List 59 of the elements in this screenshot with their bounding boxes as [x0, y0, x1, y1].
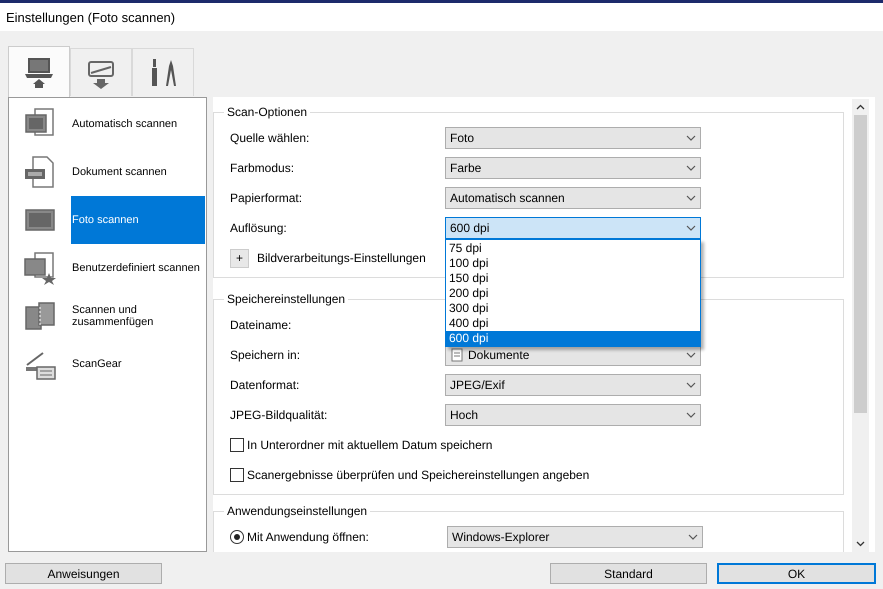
mode-item[interactable]: Foto scannen: [71, 196, 205, 244]
mode-item[interactable]: Dokument scannen: [71, 148, 205, 196]
scrollbar[interactable]: [852, 99, 869, 552]
field-label: Quelle wählen:: [230, 131, 310, 145]
dialog-button[interactable]: OK: [717, 563, 876, 584]
dialog-button[interactable]: Anweisungen: [5, 563, 162, 584]
field-label: Datenformat:: [230, 378, 300, 392]
chevron-down-icon: [686, 412, 696, 418]
dropdown[interactable]: Windows-Explorer: [447, 526, 703, 548]
dropdown[interactable]: Hoch: [445, 404, 701, 426]
expand-button[interactable]: +: [230, 248, 249, 268]
chevron-down-icon: [686, 135, 696, 141]
dropdown[interactable]: JPEG/Exif: [445, 374, 701, 396]
radio-button[interactable]: [230, 530, 244, 544]
checkbox-label: In Unterordner mit aktuellem Datum speichern: [247, 438, 492, 452]
dropdown-option[interactable]: 600 dpi: [446, 331, 700, 346]
checkbox-label: Scanergebnisse überprüfen und Speichereinstellungen angeben: [247, 468, 590, 482]
tab[interactable]: [70, 48, 132, 96]
window-title: Einstellungen (Foto scannen): [6, 10, 176, 24]
field-label: JPEG-Bildqualität:: [230, 408, 328, 422]
chevron-down-icon: [686, 165, 696, 171]
field-label: Dateiname:: [230, 318, 292, 332]
group-title: Scan-Optionen: [226, 105, 308, 119]
checkbox[interactable]: [230, 468, 244, 482]
group-title: Anwendungseinstellungen: [226, 504, 368, 518]
radio-label: Mit Anwendung öffnen:: [247, 530, 370, 544]
dropdown-option[interactable]: 100 dpi: [446, 256, 700, 271]
dropdown-option[interactable]: 200 dpi: [446, 286, 700, 301]
chevron-down-icon: [686, 352, 696, 358]
mode-item[interactable]: Scannen und zusammenfügen: [71, 292, 205, 340]
dropdown[interactable]: Farbe: [445, 157, 701, 179]
field-label: Farbmodus:: [230, 161, 296, 175]
dropdown[interactable]: Foto: [445, 127, 701, 149]
tab[interactable]: [8, 46, 70, 97]
dropdown-option[interactable]: 400 dpi: [446, 316, 700, 331]
field-label: Papierformat:: [230, 191, 304, 205]
dropdown-option[interactable]: 300 dpi: [446, 301, 700, 316]
dropdown-option[interactable]: 75 dpi: [446, 241, 700, 256]
dropdown[interactable]: Automatisch scannen: [445, 187, 701, 209]
mode-item[interactable]: Automatisch scannen: [71, 100, 205, 148]
checkbox[interactable]: [230, 438, 244, 452]
scroll-down-icon: [856, 541, 865, 547]
pdf-document-icon: [23, 155, 57, 189]
expander-label: Bildverarbeitungs-Einstellungen: [257, 251, 426, 265]
mode-item[interactable]: ScanGear: [71, 340, 205, 388]
mode-item[interactable]: Benutzerdefiniert scannen: [71, 244, 205, 292]
chevron-down-icon: [686, 382, 696, 388]
group-title: Speichereinstellungen: [226, 292, 346, 306]
laptop-upload-icon: [22, 55, 56, 89]
chevron-down-icon: [686, 225, 696, 231]
scroll-up-icon: [856, 104, 865, 110]
field-label: Speichern in:: [230, 348, 302, 362]
tab[interactable]: [132, 48, 194, 96]
pages-star-icon: [23, 251, 57, 285]
chevron-down-icon: [688, 534, 698, 540]
field-label: Auflösung:: [230, 221, 288, 235]
chevron-down-icon: [686, 195, 696, 201]
dropdown-option[interactable]: 150 dpi: [446, 271, 700, 286]
dialog-button[interactable]: Standard: [550, 563, 707, 584]
